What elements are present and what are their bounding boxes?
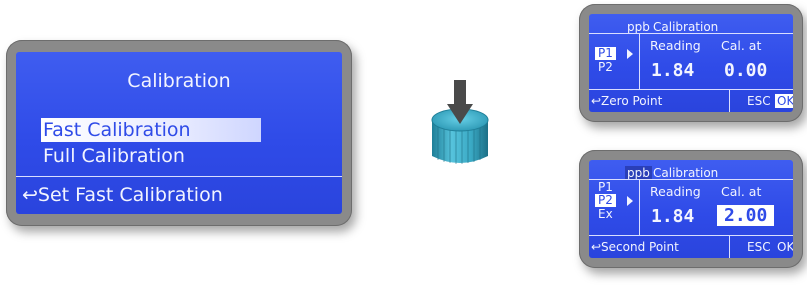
screen-title: Calibration (653, 166, 719, 180)
rotary-knob-icon[interactable] (428, 78, 492, 168)
zero-point-screen: ppb Calibration P1 P2 Reading Cal. at 1.… (589, 14, 793, 112)
ok-button[interactable]: OK (775, 94, 793, 108)
enter-hint: ↩Set Fast Calibration (22, 184, 223, 206)
selector-arrow-icon (627, 49, 633, 59)
divider (729, 89, 730, 112)
divider (639, 33, 640, 89)
menu-item-full-calibration[interactable]: Full Calibration (43, 144, 185, 168)
second-point-screen: ppb Calibration P1 P2 Ex Reading Cal. at… (589, 160, 793, 258)
point-p2[interactable]: P2 (595, 194, 616, 207)
cal-at-label: Cal. at (721, 38, 762, 53)
enter-hint: ↩Second Point (591, 240, 679, 254)
point-ex[interactable]: Ex (595, 208, 616, 221)
divider (589, 235, 793, 236)
divider (589, 33, 793, 34)
title-bar: ppb Calibration (589, 163, 793, 180)
enter-hint: ↩Zero Point (591, 94, 663, 108)
second-point-display: ppb Calibration P1 P2 Ex Reading Cal. at… (579, 150, 803, 268)
reading-label: Reading (650, 184, 701, 199)
unit-label: ppb (625, 166, 652, 180)
point-p1[interactable]: P1 (595, 47, 616, 60)
title-bar: ppb Calibration (589, 17, 793, 34)
calibration-display: Calibration Fast Calibration Full Calibr… (6, 40, 352, 226)
reading-value: 1.84 (651, 206, 695, 227)
reading-value: 1.84 (651, 60, 695, 81)
divider (589, 89, 793, 90)
unit-label: ppb (627, 20, 650, 34)
cal-at-label: Cal. at (721, 184, 762, 199)
point-p2[interactable]: P2 (595, 61, 616, 74)
ok-button[interactable]: OK (775, 240, 793, 254)
selector-arrow-icon (627, 196, 633, 206)
menu-item-fast-calibration[interactable]: Fast Calibration (41, 118, 261, 142)
cal-at-value[interactable]: 2.00 (717, 205, 775, 226)
zero-point-display: ppb Calibration P1 P2 Reading Cal. at 1.… (579, 4, 803, 122)
screen-title: Calibration (127, 70, 231, 92)
divider (589, 179, 793, 180)
divider (729, 235, 730, 258)
reading-label: Reading (650, 38, 701, 53)
esc-button[interactable]: ESC (747, 240, 771, 254)
cal-at-value[interactable]: 0.00 (724, 60, 767, 81)
calibration-screen: Calibration Fast Calibration Full Calibr… (16, 52, 342, 214)
screen-title: Calibration (653, 20, 719, 34)
esc-button[interactable]: ESC (747, 94, 771, 108)
divider (16, 176, 342, 177)
divider (639, 179, 640, 235)
